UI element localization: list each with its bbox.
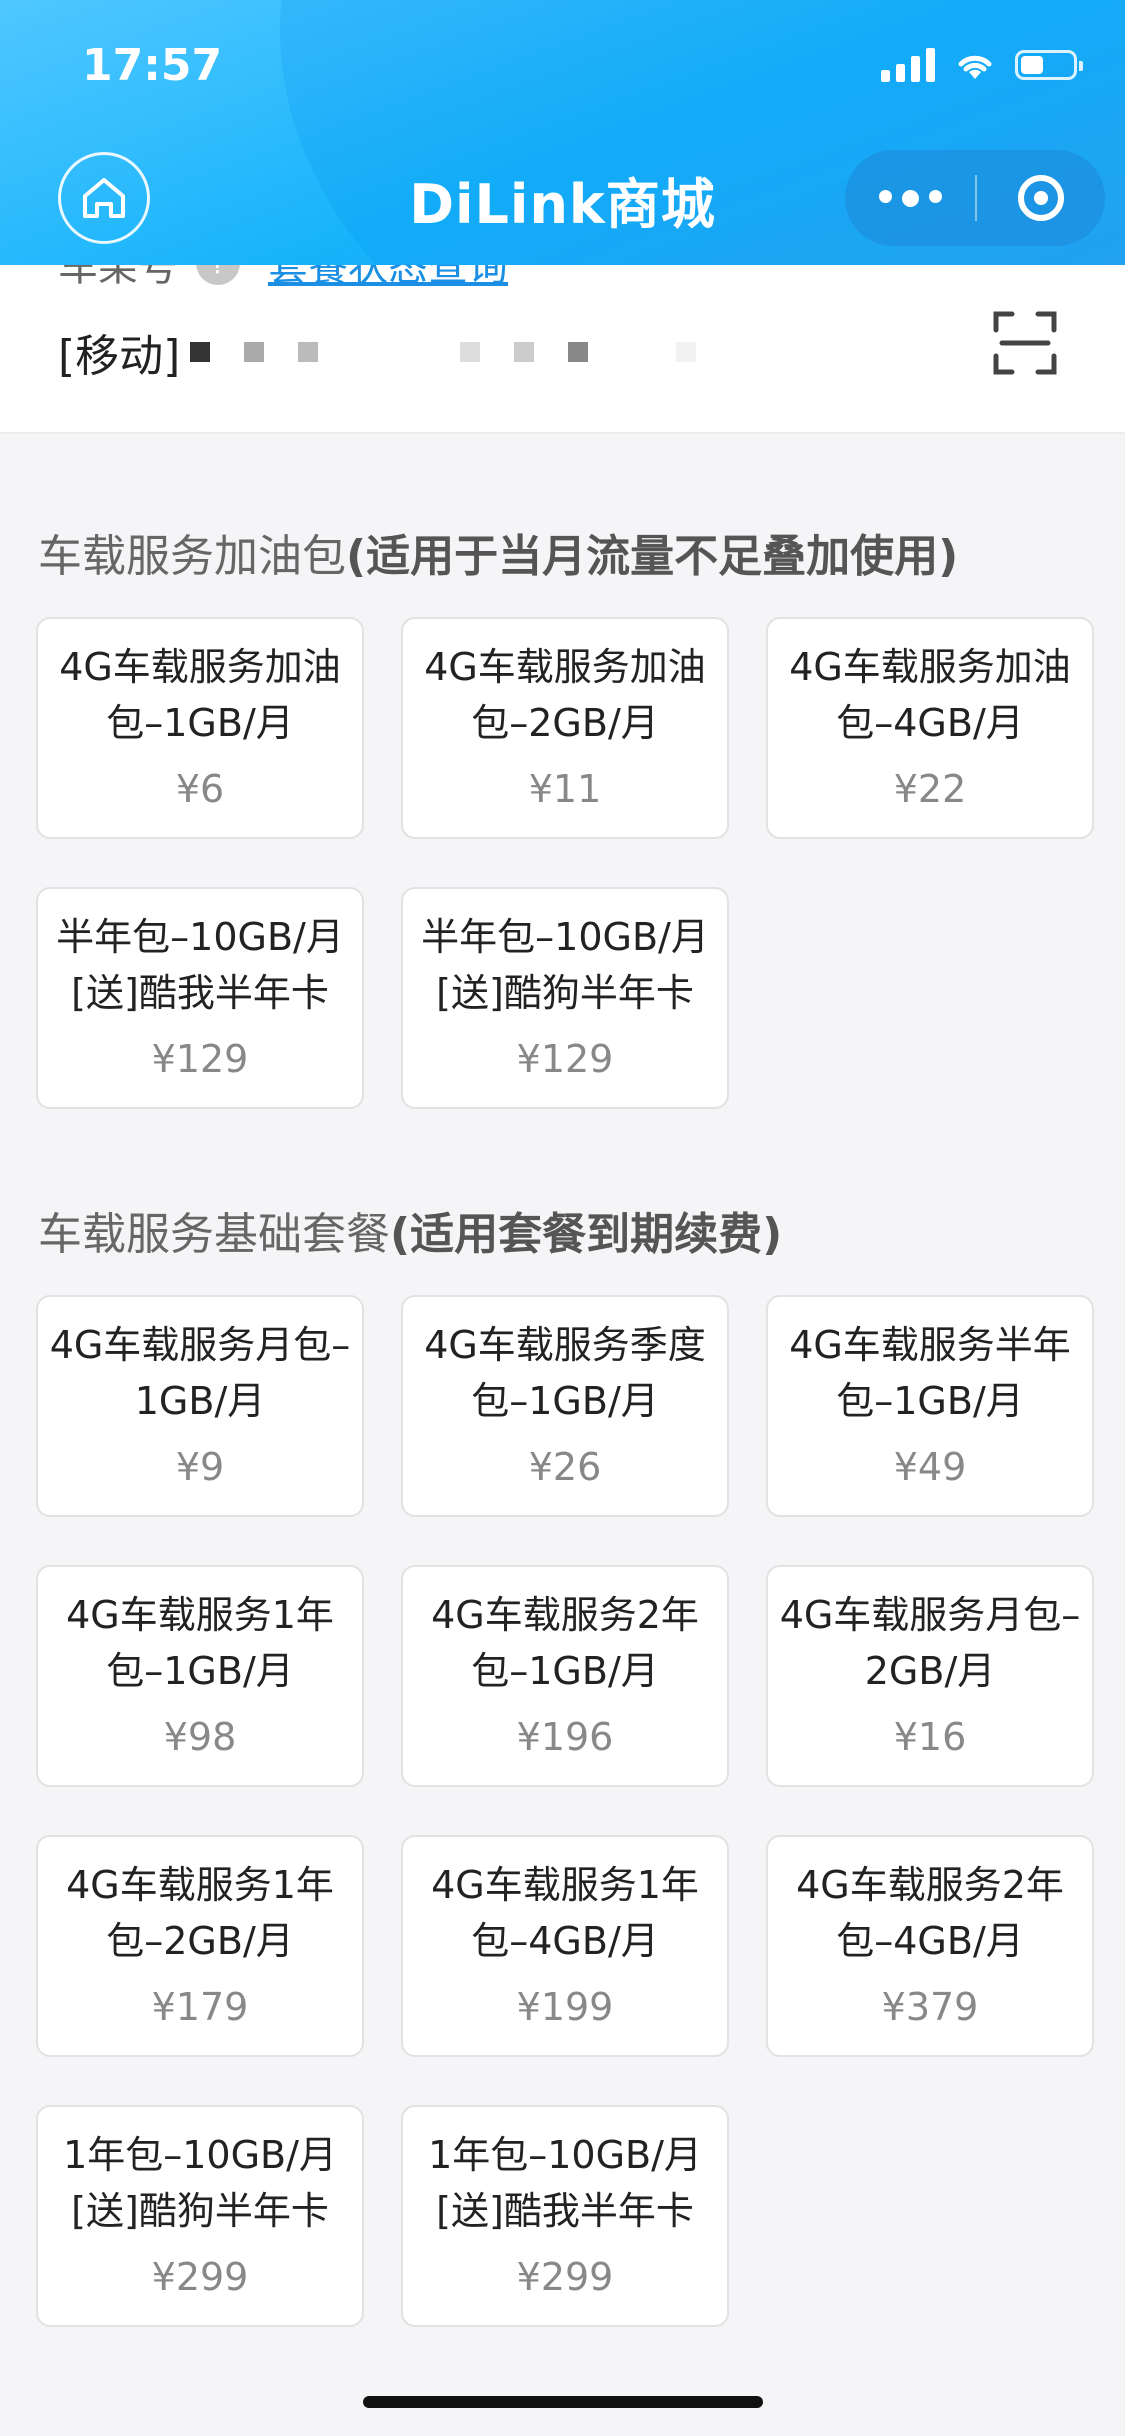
package-card[interactable]: 1年包–10GB/月[送]酷狗半年卡 ¥299 xyxy=(36,2105,364,2327)
package-name: 4G车载服务半年包–1GB/月 xyxy=(789,1323,1071,1423)
section-title-basic: 车载服务基础套餐(适用套餐到期续费) xyxy=(38,1198,782,1262)
carrier-label: [移动] xyxy=(58,331,181,382)
package-name: 4G车载服务2年包–4GB/月 xyxy=(796,1863,1064,1963)
section-title-main: 车载服务加油包 xyxy=(38,531,346,582)
package-name: 4G车载服务1年包–1GB/月 xyxy=(66,1593,334,1693)
package-price: ¥9 xyxy=(175,1445,225,1489)
scan-icon[interactable] xyxy=(992,310,1058,376)
package-card[interactable]: 4G车载服务1年包–4GB/月 ¥199 xyxy=(401,1835,729,2057)
package-name: 半年包–10GB/月[送]酷狗半年卡 xyxy=(421,915,709,1015)
package-price: ¥6 xyxy=(175,767,225,811)
package-name: 4G车载服务加油包–4GB/月 xyxy=(789,645,1071,745)
home-indicator[interactable] xyxy=(363,2396,763,2408)
package-price: ¥16 xyxy=(893,1715,967,1759)
package-card[interactable]: 4G车载服务2年包–4GB/月 ¥379 xyxy=(766,1835,1094,2057)
package-name: 4G车载服务1年包–4GB/月 xyxy=(431,1863,699,1963)
package-card[interactable]: 半年包–10GB/月[送]酷我半年卡 ¥129 xyxy=(36,887,364,1109)
package-name: 4G车载服务加油包–2GB/月 xyxy=(424,645,706,745)
package-card[interactable]: 4G车载服务2年包–1GB/月 ¥196 xyxy=(401,1565,729,1787)
package-name: 4G车载服务月包–1GB/月 xyxy=(49,1323,351,1423)
target-icon xyxy=(1018,175,1064,221)
package-price: ¥179 xyxy=(151,1985,249,2029)
package-card[interactable]: 4G车载服务月包–1GB/月 ¥9 xyxy=(36,1295,364,1517)
section-title-addon: 车载服务加油包(适用于当月流量不足叠加使用) xyxy=(38,520,958,584)
package-name: 半年包–10GB/月[送]酷我半年卡 xyxy=(56,915,344,1015)
package-name: 4G车载服务季度包–1GB/月 xyxy=(424,1323,706,1423)
package-price: ¥129 xyxy=(516,1037,614,1081)
signal-icon xyxy=(881,48,935,82)
package-card[interactable]: 4G车载服务季度包–1GB/月 ¥26 xyxy=(401,1295,729,1517)
mini-program-capsule xyxy=(845,150,1105,246)
package-card[interactable]: 4G车载服务半年包–1GB/月 ¥49 xyxy=(766,1295,1094,1517)
package-price: ¥98 xyxy=(163,1715,237,1759)
package-card[interactable]: 4G车载服务月包–2GB/月 ¥16 xyxy=(766,1565,1094,1787)
package-price: ¥49 xyxy=(893,1445,967,1489)
masked-number xyxy=(190,342,697,362)
status-icons xyxy=(881,48,1083,82)
more-button[interactable] xyxy=(845,189,975,207)
package-name: 1年包–10GB/月[送]酷我半年卡 xyxy=(428,2133,702,2233)
package-name: 4G车载服务2年包–1GB/月 xyxy=(431,1593,699,1693)
package-name: 4G车载服务加油包–1GB/月 xyxy=(59,645,341,745)
wifi-icon xyxy=(958,55,992,79)
carrier-row: [移动] xyxy=(58,320,697,384)
package-name: 4G车载服务月包–2GB/月 xyxy=(779,1593,1081,1693)
package-card[interactable]: 4G车载服务加油包–4GB/月 ¥22 xyxy=(766,617,1094,839)
close-button[interactable] xyxy=(977,175,1105,221)
package-card[interactable]: 4G车载服务加油包–2GB/月 ¥11 xyxy=(401,617,729,839)
section-title-note: (适用于当月流量不足叠加使用) xyxy=(346,531,959,582)
package-price: ¥22 xyxy=(893,767,967,811)
package-name: 1年包–10GB/月[送]酷狗半年卡 xyxy=(63,2133,337,2233)
battery-icon xyxy=(1015,50,1083,80)
package-card[interactable]: 半年包–10GB/月[送]酷狗半年卡 ¥129 xyxy=(401,887,729,1109)
section-title-note: (适用套餐到期续费) xyxy=(390,1209,783,1260)
package-price: ¥199 xyxy=(516,1985,614,2029)
package-price: ¥129 xyxy=(151,1037,249,1081)
package-price: ¥196 xyxy=(516,1715,614,1759)
package-price: ¥299 xyxy=(516,2255,614,2299)
package-price: ¥299 xyxy=(151,2255,249,2299)
package-card[interactable]: 1年包–10GB/月[送]酷我半年卡 ¥299 xyxy=(401,2105,729,2327)
package-price: ¥11 xyxy=(528,767,602,811)
package-price: ¥26 xyxy=(528,1445,602,1489)
package-card[interactable]: 4G车载服务加油包–1GB/月 ¥6 xyxy=(36,617,364,839)
package-name: 4G车载服务1年包–2GB/月 xyxy=(66,1863,334,1963)
package-card[interactable]: 4G车载服务1年包–2GB/月 ¥179 xyxy=(36,1835,364,2057)
section-title-main: 车载服务基础套餐 xyxy=(38,1209,390,1260)
package-card[interactable]: 4G车载服务1年包–1GB/月 ¥98 xyxy=(36,1565,364,1787)
status-time: 17:57 xyxy=(82,40,223,91)
app-header: 17:57 DiLink商城 xyxy=(0,0,1125,265)
package-price: ¥379 xyxy=(881,1985,979,2029)
